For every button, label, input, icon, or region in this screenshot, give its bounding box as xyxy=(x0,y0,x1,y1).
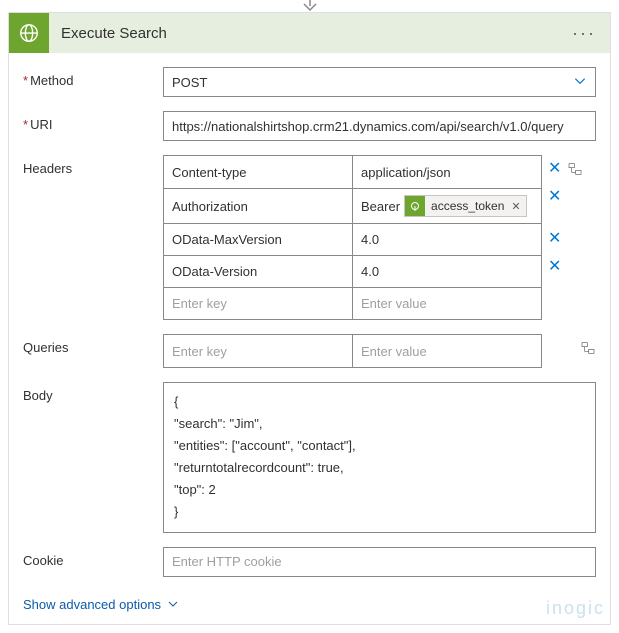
headers-table: Content-type application/json Authorizat… xyxy=(163,155,542,320)
table-row: Authorization Bearer access_token ✕ xyxy=(164,188,541,223)
header-key-input[interactable]: Enter key xyxy=(164,288,352,319)
header-key-input[interactable]: Authorization xyxy=(164,189,352,223)
more-menu-icon[interactable]: ··· xyxy=(568,23,600,44)
card-title: Execute Search xyxy=(49,25,568,42)
header-key-input[interactable]: OData-MaxVersion xyxy=(164,224,352,255)
dynamic-token[interactable]: access_token ✕ xyxy=(404,195,527,217)
token-remove-icon[interactable]: ✕ xyxy=(506,200,525,213)
table-row-empty: Enter key Enter value xyxy=(164,287,541,319)
chevron-down-icon xyxy=(573,74,587,91)
table-row: OData-MaxVersion 4.0 xyxy=(164,223,541,255)
token-label: access_token xyxy=(429,199,506,213)
action-card: Execute Search ··· Method POST URI xyxy=(8,12,611,625)
header-value-input[interactable]: application/json xyxy=(352,156,541,188)
remove-row-icon[interactable]: ✕ xyxy=(548,231,583,247)
header-value-input[interactable]: Enter value xyxy=(352,288,541,319)
flow-connector xyxy=(0,0,619,12)
remove-row-icon[interactable]: ✕ xyxy=(548,161,561,177)
table-row-empty: Enter key Enter value xyxy=(164,335,541,367)
table-row: Content-type application/json xyxy=(164,156,541,188)
query-value-input[interactable]: Enter value xyxy=(352,335,541,367)
uri-label: URI xyxy=(23,111,163,132)
uri-input[interactable] xyxy=(163,111,596,141)
query-key-input[interactable]: Enter key xyxy=(164,335,352,367)
header-key-input[interactable]: OData-Version xyxy=(164,256,352,287)
remove-row-icon[interactable]: ✕ xyxy=(548,259,583,275)
queries-table: Enter key Enter value xyxy=(163,334,542,368)
token-source-icon xyxy=(405,196,425,216)
headers-label: Headers xyxy=(23,155,163,176)
header-value-input[interactable]: Bearer access_token ✕ xyxy=(352,189,541,223)
cookie-input[interactable] xyxy=(163,547,596,577)
table-row: OData-Version 4.0 xyxy=(164,255,541,287)
http-action-icon xyxy=(9,13,49,53)
remove-row-icon[interactable]: ✕ xyxy=(548,189,583,205)
advanced-options-label: Show advanced options xyxy=(23,597,161,612)
method-label: Method xyxy=(23,67,163,88)
body-input[interactable]: { "search": "Jim", "entities": ["account… xyxy=(163,382,596,533)
method-value: POST xyxy=(172,75,207,90)
cookie-label: Cookie xyxy=(23,547,163,568)
switch-mode-icon[interactable] xyxy=(580,340,596,356)
switch-mode-icon[interactable] xyxy=(567,161,583,177)
header-value-input[interactable]: 4.0 xyxy=(352,256,541,287)
method-select[interactable]: POST xyxy=(163,67,596,97)
body-label: Body xyxy=(23,382,163,403)
header-value-text: Bearer xyxy=(361,199,400,214)
queries-label: Queries xyxy=(23,334,163,355)
header-value-input[interactable]: 4.0 xyxy=(352,224,541,255)
header-key-input[interactable]: Content-type xyxy=(164,156,352,188)
card-header[interactable]: Execute Search ··· xyxy=(9,13,610,53)
show-advanced-options-link[interactable]: Show advanced options xyxy=(9,591,193,624)
